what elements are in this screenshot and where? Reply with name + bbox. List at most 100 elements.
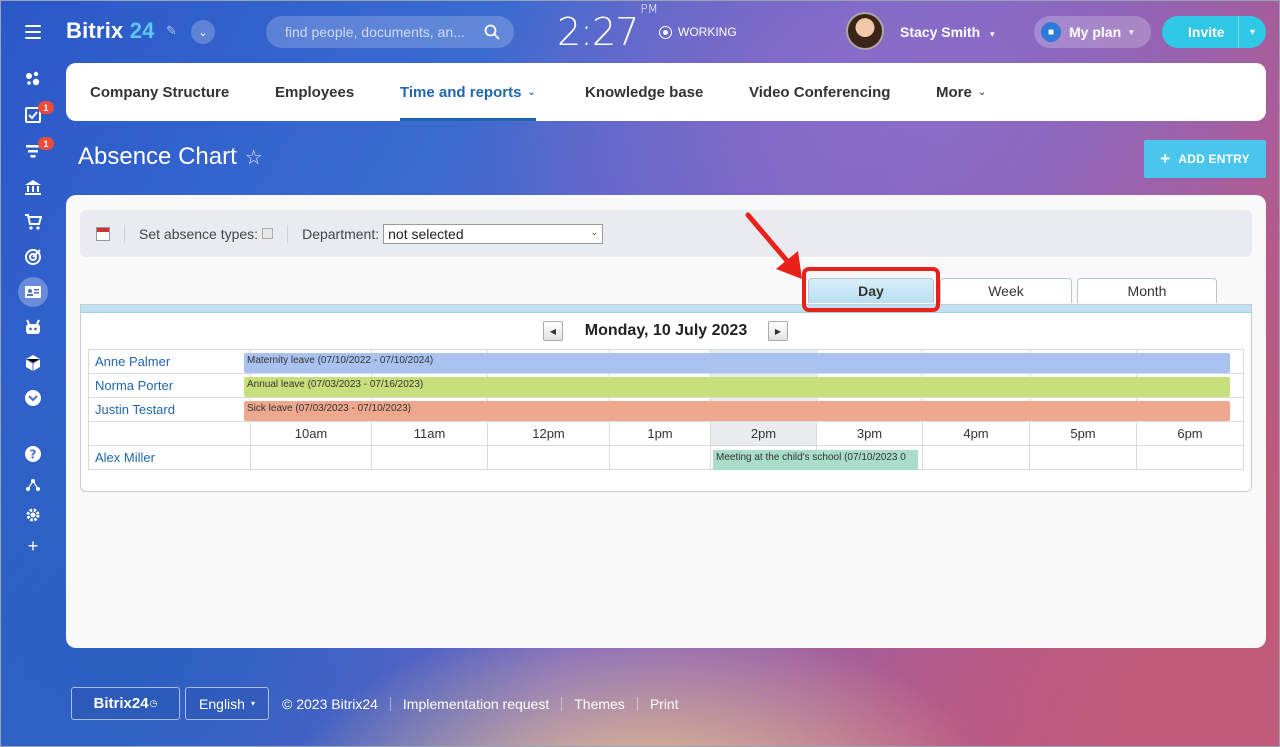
more-down-icon[interactable] <box>22 387 44 409</box>
tab-company-structure[interactable]: Company Structure <box>90 63 229 121</box>
edit-icon[interactable]: ✎ <box>166 23 177 39</box>
add-entry-button[interactable]: + ADD ENTRY <box>1144 140 1266 178</box>
status-label: WORKING <box>678 25 737 39</box>
user-menu[interactable]: Stacy Smith ▾ <box>900 24 995 40</box>
star-icon[interactable]: ☆ <box>245 145 263 170</box>
menu-icon[interactable] <box>25 25 41 39</box>
page-title: Absence Chart ☆ <box>78 143 263 171</box>
next-day-button[interactable]: ▶ <box>768 321 788 341</box>
themes-link[interactable]: Themes <box>574 696 625 712</box>
department-label: Department: <box>302 225 380 242</box>
clock[interactable]: 2:27PM <box>557 2 658 54</box>
language-label: English <box>199 695 245 712</box>
target-icon[interactable] <box>22 246 44 268</box>
tab-label: Knowledge base <box>585 83 704 101</box>
my-plan-label: My plan <box>1069 24 1122 40</box>
chevron-down-icon: ⌄ <box>590 226 599 237</box>
language-select[interactable]: English ▾ <box>185 687 269 720</box>
tab-time-and-reports[interactable]: Time and reports ⌄ <box>400 63 536 121</box>
table-row: Alex Miller <box>88 445 1244 470</box>
help-icon[interactable]: ? <box>22 443 44 465</box>
cart-icon[interactable] <box>22 211 44 233</box>
chevron-down-icon: ▾ <box>1129 26 1134 37</box>
settings-icon[interactable] <box>22 504 44 526</box>
left-sidebar: 1 1 ? + <box>0 0 66 747</box>
chevron-down-icon[interactable]: ▾ <box>1238 16 1266 48</box>
hour-label: 4pm <box>922 421 1030 446</box>
avatar[interactable] <box>846 12 884 50</box>
top-nav: Company Structure Employees Time and rep… <box>66 63 1266 121</box>
department-select[interactable]: not selected ⌄ <box>383 223 604 244</box>
view-tab-week[interactable]: Week <box>940 278 1072 303</box>
crm-badge: 1 <box>38 137 54 150</box>
absence-chart: Monday, 10 July 2023 ◀ ▶ Anne Palmer Nor… <box>80 304 1252 492</box>
chevron-down-icon: ▾ <box>990 29 995 39</box>
absence-bar[interactable]: Meeting at the child's school (07/10/202… <box>713 450 918 470</box>
view-tab-label: Week <box>988 283 1024 299</box>
divider <box>287 224 289 243</box>
tab-employees[interactable]: Employees <box>275 63 354 121</box>
page-title-text: Absence Chart <box>78 143 237 170</box>
absence-types-label: Set absence types: <box>139 225 259 242</box>
hour-label: 6pm <box>1136 421 1244 446</box>
department-value: not selected <box>388 225 464 242</box>
my-plan-button[interactable]: ■ My plan ▾ <box>1034 16 1151 48</box>
absence-bar[interactable]: Maternity leave (07/10/2022 - 07/10/2024… <box>244 353 1230 373</box>
absence-bar[interactable]: Sick leave (07/03/2023 - 07/10/2023) <box>244 401 1230 421</box>
view-tab-month[interactable]: Month <box>1077 278 1217 303</box>
bank-icon[interactable] <box>22 176 44 198</box>
copyright: © 2023 Bitrix24 <box>282 696 378 712</box>
absence-chart-panel: Set absence types: Department: not selec… <box>66 195 1266 648</box>
divider <box>561 697 563 711</box>
absence-types-checkbox[interactable] <box>262 228 274 239</box>
search-input[interactable]: find people, documents, an... <box>266 16 514 48</box>
tab-video-conferencing[interactable]: Video Conferencing <box>749 63 890 121</box>
tab-label: More <box>936 83 972 101</box>
search-icon[interactable] <box>484 24 500 40</box>
print-link[interactable]: Print <box>650 696 679 712</box>
robot-icon[interactable] <box>22 316 44 338</box>
implementation-request-link[interactable]: Implementation request <box>403 696 549 712</box>
absence-bar[interactable]: Annual leave (07/03/2023 - 07/16/2023) <box>244 377 1230 397</box>
divider <box>636 697 638 711</box>
tab-more[interactable]: More ⌄ <box>936 63 986 121</box>
user-name: Stacy Smith <box>900 24 981 40</box>
box-icon[interactable] <box>22 352 44 374</box>
filter-toolbar: Set absence types: Department: not selec… <box>80 210 1252 257</box>
chevron-down-icon[interactable]: ⌄ <box>191 20 215 44</box>
sitemap-icon[interactable] <box>22 474 44 496</box>
footer-links: © 2023 Bitrix24 Implementation request T… <box>282 696 679 712</box>
status-icon <box>659 25 672 39</box>
employee-name[interactable]: Justin Testard <box>88 397 251 422</box>
tab-knowledge-base[interactable]: Knowledge base <box>585 63 703 121</box>
chevron-down-icon: ⌄ <box>527 86 536 98</box>
calendar-icon[interactable] <box>96 226 110 241</box>
tab-label: Video Conferencing <box>749 83 891 101</box>
add-icon[interactable]: + <box>22 535 44 557</box>
tab-label: Time and reports <box>400 83 522 101</box>
employee-name[interactable]: Alex Miller <box>88 445 251 470</box>
chart-header-bar <box>81 305 1251 313</box>
hours-row-spacer <box>88 421 251 446</box>
hours-row: 10am 11am 12pm 1pm 2pm 3pm 4pm 5pm 6pm <box>88 421 1244 446</box>
add-entry-label: ADD ENTRY <box>1178 152 1250 166</box>
clock-time: 2:27 <box>557 10 639 54</box>
view-tab-label: Month <box>1127 283 1167 299</box>
hour-label: 1pm <box>609 421 711 446</box>
clock-icon: ◷ <box>149 698 158 708</box>
employees-icon[interactable] <box>18 277 48 307</box>
hour-label: 11am <box>371 421 488 446</box>
tasks-badge: 1 <box>38 101 54 114</box>
employee-name[interactable]: Anne Palmer <box>88 349 251 374</box>
prev-day-button[interactable]: ◀ <box>543 321 563 341</box>
invite-button[interactable]: Invite ▾ <box>1162 16 1266 48</box>
employee-name[interactable]: Norma Porter <box>88 373 251 398</box>
footer-logo[interactable]: Bitrix24 ◷ <box>71 687 180 720</box>
svg-text:?: ? <box>30 448 37 462</box>
app-logo[interactable]: Bitrix 24 <box>66 18 155 44</box>
tab-label: Employees <box>275 83 355 101</box>
activity-stream-icon[interactable] <box>22 68 44 90</box>
work-status[interactable]: WORKING <box>659 25 737 39</box>
briefcase-icon: ■ <box>1041 22 1061 42</box>
hour-label: 12pm <box>487 421 610 446</box>
